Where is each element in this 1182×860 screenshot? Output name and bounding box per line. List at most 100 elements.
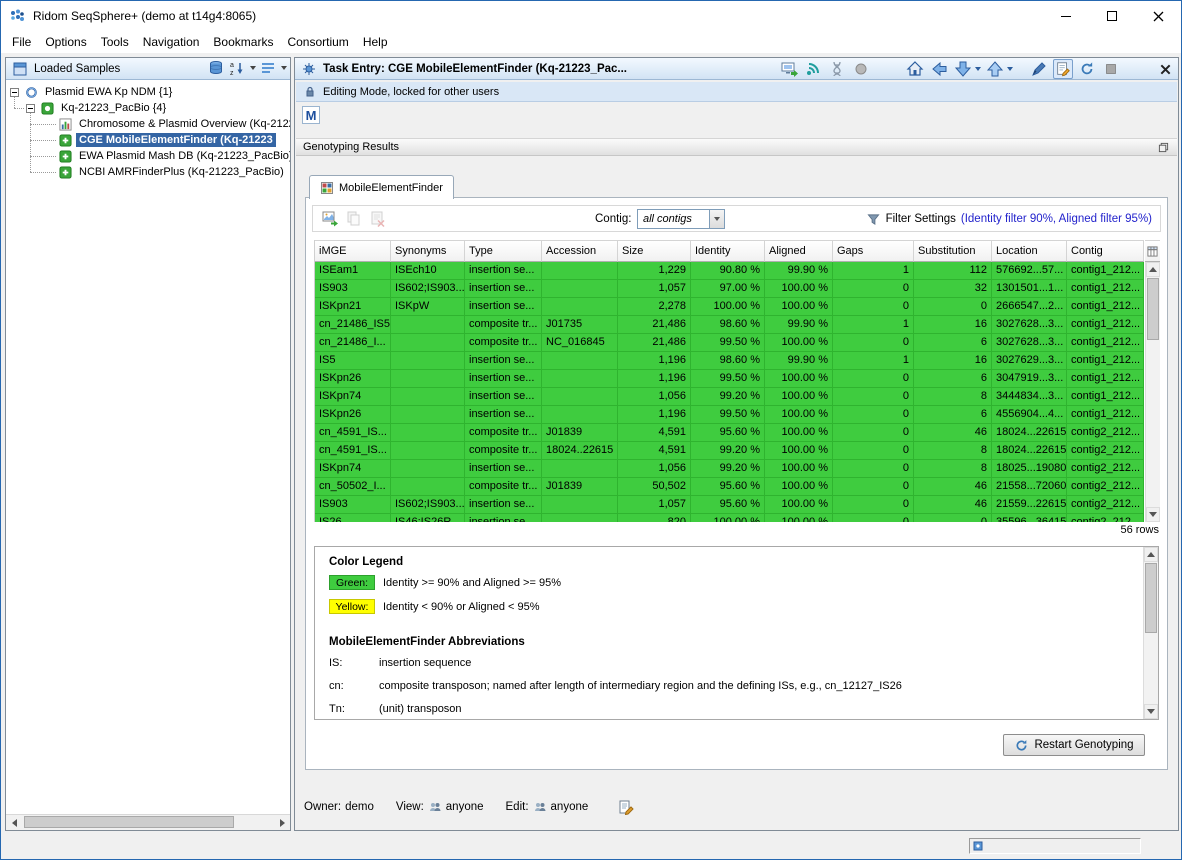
table-row[interactable]: ISKpn74 insertion se... 1,056 99.20 % 10… (315, 388, 1145, 406)
menu-item[interactable]: Tools (94, 32, 136, 52)
column-header-size[interactable]: Size (618, 240, 691, 262)
tree-item-project[interactable]: Plasmid EWA Kp NDM {1} (10, 84, 175, 100)
abbreviation-text: insertion sequence (379, 657, 471, 669)
detach-panel-icon[interactable] (1156, 140, 1170, 154)
samples-horizontal-scrollbar[interactable] (6, 814, 290, 830)
scrollbar-thumb[interactable] (1145, 563, 1157, 633)
cell-contig: contig1_212... (1067, 406, 1144, 424)
cell-size: 1,196 (618, 406, 691, 424)
stop-icon[interactable] (1101, 59, 1121, 79)
home-icon[interactable] (905, 59, 925, 79)
column-header-location[interactable]: Location (992, 240, 1067, 262)
table-row[interactable]: ISKpn26 insertion se... 1,196 99.50 % 10… (315, 406, 1145, 424)
column-header-identity[interactable]: Identity (691, 240, 765, 262)
back-arrow-icon[interactable] (929, 59, 949, 79)
tab-mobile-element-finder[interactable]: MobileElementFinder (309, 175, 454, 199)
dna-icon[interactable] (827, 59, 847, 79)
tree-item-amrfinderplus[interactable]: NCBI AMRFinderPlus (Kq-21223_PacBio) (58, 164, 287, 180)
column-header-type[interactable]: Type (465, 240, 542, 262)
tree-item-sample[interactable]: Kq-21223_PacBio {4} (26, 100, 169, 116)
edit-mode-icon[interactable] (1053, 59, 1073, 79)
scrollbar-track[interactable] (22, 815, 274, 830)
menu-item[interactable]: Navigation (136, 32, 207, 52)
table-row[interactable]: ISKpn26 insertion se... 1,196 99.50 % 10… (315, 370, 1145, 388)
column-header-substitution[interactable]: Substitution (914, 240, 992, 262)
cell-size: 1,229 (618, 262, 691, 280)
column-selector-button[interactable] (1145, 240, 1160, 262)
table-row[interactable]: cn_21486_IS5 composite tr... J01735 21,4… (315, 316, 1145, 334)
cell-type: insertion se... (465, 460, 542, 478)
table-row[interactable]: cn_21486_I... composite tr... NC_016845 … (315, 334, 1145, 352)
scroll-up-button[interactable] (1144, 547, 1158, 562)
sign-pen-icon[interactable] (1029, 59, 1049, 79)
refresh-icon[interactable] (1077, 59, 1097, 79)
database-icon[interactable] (207, 59, 225, 77)
filter-settings-label[interactable]: Filter Settings (886, 213, 956, 225)
sort-icon[interactable]: az (228, 59, 246, 77)
contig-select-caret[interactable] (709, 210, 724, 228)
signal-icon[interactable] (803, 59, 823, 79)
column-header-aligned[interactable]: Aligned (765, 240, 833, 262)
column-header-contig[interactable]: Contig (1067, 240, 1144, 262)
abbreviation-row: cn: composite transposon; named after le… (329, 674, 1136, 697)
menu-item[interactable]: Consortium (280, 32, 355, 52)
legend-scrollbar[interactable] (1143, 547, 1158, 719)
export-view-icon[interactable] (779, 59, 799, 79)
menu-item[interactable]: Bookmarks (206, 32, 280, 52)
close-button[interactable] (1135, 1, 1181, 31)
collapse-expander-icon[interactable] (10, 88, 19, 97)
scroll-down-button[interactable] (1146, 507, 1160, 522)
tree-item-overview[interactable]: Chromosome & Plasmid Overview (Kq-2122 (58, 116, 290, 132)
view-menu-icon[interactable] (259, 59, 277, 77)
menu-item[interactable]: File (5, 32, 38, 52)
scroll-left-button[interactable] (6, 815, 22, 830)
jump-down-caret-icon[interactable] (975, 67, 981, 71)
table-scrollbar[interactable] (1145, 262, 1160, 522)
filter-settings-values[interactable]: (Identity filter 90%, Aligned filter 95%… (961, 213, 1152, 225)
contig-select[interactable]: all contigs (637, 209, 725, 229)
scroll-down-button[interactable] (1144, 704, 1158, 719)
tree-item-mobile-element-finder[interactable]: CGE MobileElementFinder (Kq-21223 (58, 132, 276, 148)
column-header-synonyms[interactable]: Synonyms (391, 240, 465, 262)
table-row[interactable]: IS26 IS46;IS26R... insertion se... 820 1… (315, 514, 1145, 522)
tree-item-plasmid-mash[interactable]: EWA Plasmid Mash DB (Kq-21223_PacBio) (58, 148, 290, 164)
maximize-button[interactable] (1089, 1, 1135, 31)
jump-down-icon[interactable] (953, 59, 973, 79)
table-row[interactable]: IS5 insertion se... 1,196 98.60 % 99.90 … (315, 352, 1145, 370)
close-task-icon[interactable] (1155, 59, 1175, 79)
menu-item[interactable]: Options (38, 32, 93, 52)
cell-aligned: 99.90 % (765, 316, 833, 334)
table-row[interactable]: ISKpn21 ISKpW insertion se... 2,278 100.… (315, 298, 1145, 316)
cell-type: insertion se... (465, 280, 542, 298)
filter-settings[interactable]: Filter Settings (Identity filter 90%, Al… (867, 212, 1152, 226)
edit-permissions-icon[interactable] (618, 799, 634, 815)
scrollbar-thumb[interactable] (1147, 278, 1159, 340)
scroll-up-button[interactable] (1146, 262, 1160, 277)
cell-contig: contig1_212... (1067, 280, 1144, 298)
table-row[interactable]: cn_4591_IS... composite tr... J01839 4,5… (315, 424, 1145, 442)
column-header-imge[interactable]: iMGE (315, 240, 391, 262)
cell-type: insertion se... (465, 262, 542, 280)
scrollbar-thumb[interactable] (24, 816, 234, 828)
table-row[interactable]: cn_4591_IS... composite tr... 18024..226… (315, 442, 1145, 460)
collapse-expander-icon[interactable] (26, 104, 35, 113)
export-image-icon[interactable] (321, 210, 339, 228)
sort-caret-icon[interactable] (250, 66, 256, 70)
table-row[interactable]: ISKpn74 insertion se... 1,056 99.20 % 10… (315, 460, 1145, 478)
column-header-gaps[interactable]: Gaps (833, 240, 914, 262)
export-file-icon[interactable] (369, 210, 387, 228)
table-row[interactable]: IS903 IS602;IS903... insertion se... 1,0… (315, 496, 1145, 514)
jump-up-icon[interactable] (985, 59, 1005, 79)
table-row[interactable]: IS903 IS602;IS903... insertion se... 1,0… (315, 280, 1145, 298)
minimize-button[interactable] (1043, 1, 1089, 31)
column-header-accession[interactable]: Accession (542, 240, 618, 262)
cell-size: 1,056 (618, 388, 691, 406)
menu-item[interactable]: Help (356, 32, 395, 52)
view-menu-caret-icon[interactable] (281, 66, 287, 70)
scroll-right-button[interactable] (274, 815, 290, 830)
table-row[interactable]: cn_50502_I... composite tr... J01839 50,… (315, 478, 1145, 496)
table-row[interactable]: ISEam1 ISEch10 insertion se... 1,229 90.… (315, 262, 1145, 280)
jump-up-caret-icon[interactable] (1007, 67, 1013, 71)
copy-table-icon[interactable] (345, 210, 363, 228)
restart-genotyping-button[interactable]: Restart Genotyping (1003, 734, 1145, 756)
